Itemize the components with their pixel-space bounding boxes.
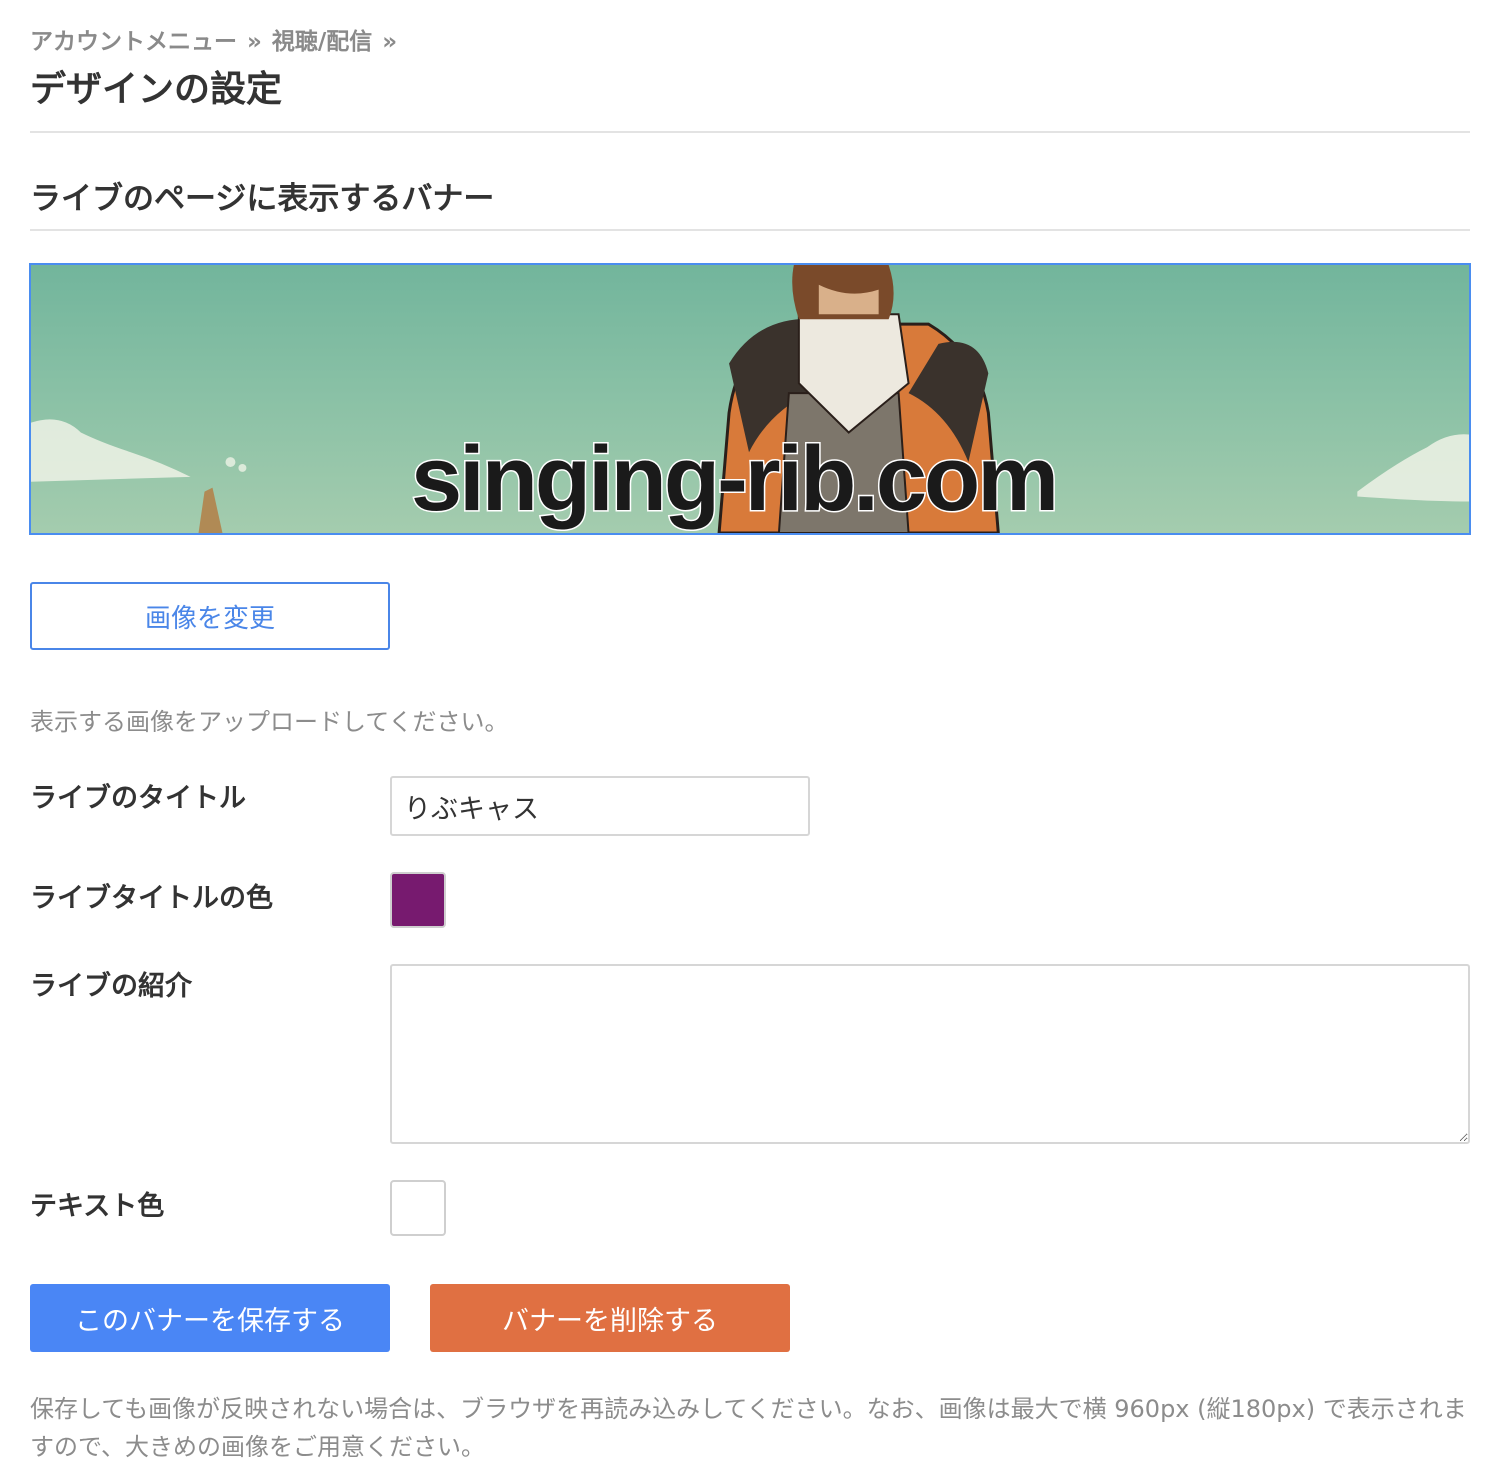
upload-hint: 表示する画像をアップロードしてください。 xyxy=(30,708,509,736)
banner-image: singing-rib.com xyxy=(29,263,1471,535)
live-title-input[interactable] xyxy=(390,776,810,836)
delete-banner-button[interactable]: バナーを削除する xyxy=(430,1284,790,1352)
divider xyxy=(30,229,1470,231)
breadcrumb-item-account-menu[interactable]: アカウントメニュー xyxy=(30,22,237,56)
breadcrumb-separator: » xyxy=(382,29,398,55)
divider xyxy=(30,131,1470,133)
breadcrumb-item-viewing[interactable]: 視聴/配信 xyxy=(272,22,372,56)
footnote: 保存しても画像が反映されない場合は、ブラウザを再読み込みしてください。なお、画像… xyxy=(30,1395,1467,1461)
live-title-color-label: ライブタイトルの色 xyxy=(30,883,273,914)
change-image-button[interactable]: 画像を変更 xyxy=(30,582,390,650)
text-color-label: テキスト色 xyxy=(30,1191,165,1222)
live-title-color-swatch[interactable] xyxy=(390,872,446,928)
banner-overlay-text: singing-rib.com xyxy=(410,428,1061,530)
save-banner-button[interactable]: このバナーを保存する xyxy=(30,1284,390,1352)
section-title: ライブのページに表示するバナー xyxy=(30,181,495,217)
page-title: デザインの設定 xyxy=(30,69,283,110)
breadcrumb-separator: » xyxy=(247,29,262,55)
live-title-label: ライブのタイトル xyxy=(30,783,246,814)
live-intro-label: ライブの紹介 xyxy=(30,971,192,1002)
live-intro-textarea[interactable] xyxy=(390,964,1470,1144)
breadcrumb: アカウントメニュー » 視聴/配信 » xyxy=(30,22,407,56)
text-color-swatch[interactable] xyxy=(390,1180,446,1236)
